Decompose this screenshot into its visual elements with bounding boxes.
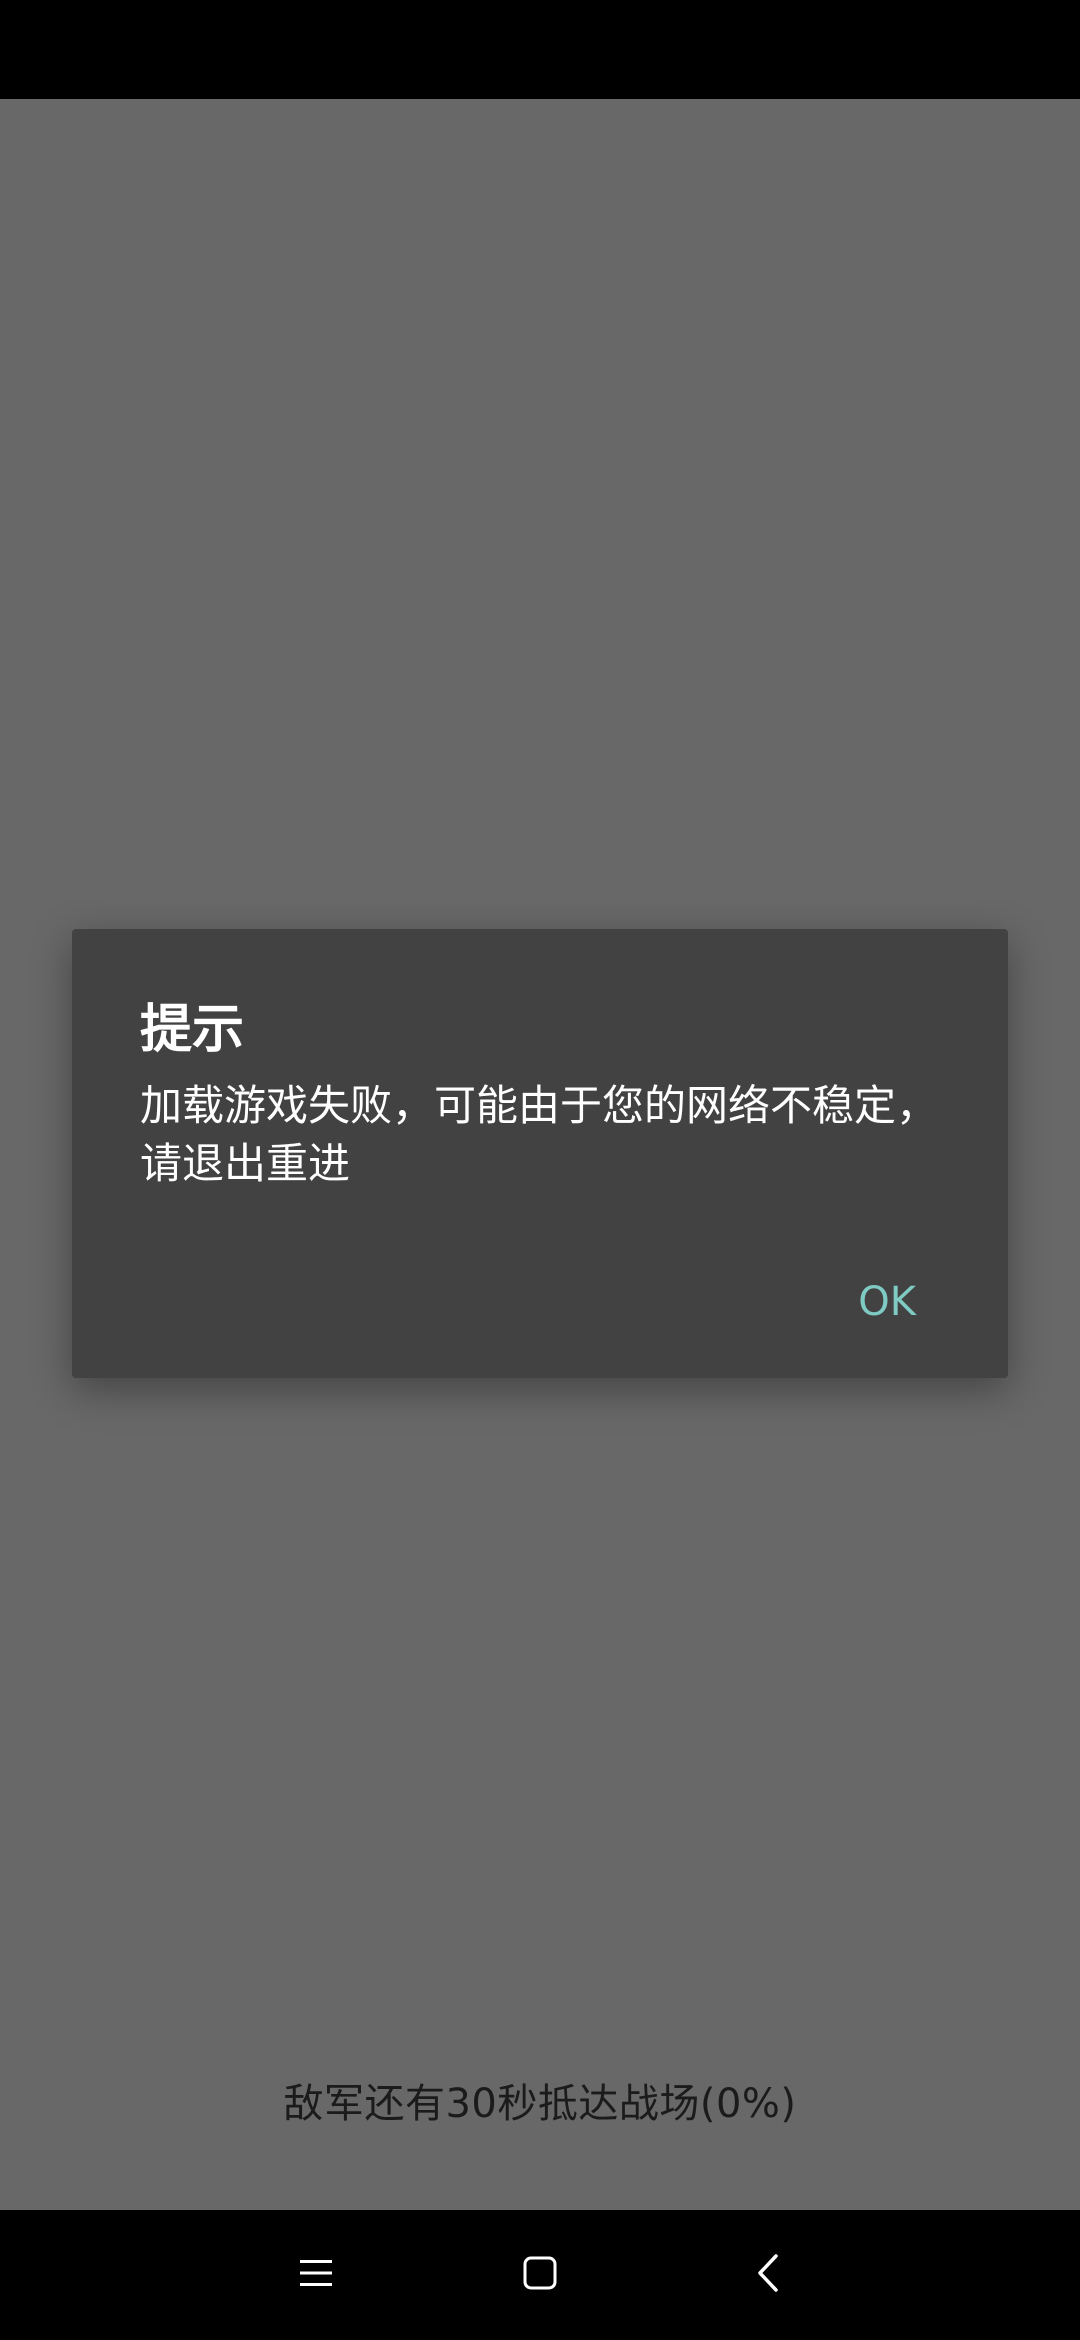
loading-status-text: 敌军还有30秒抵达战场(0%) [283,2081,797,2127]
alert-dialog: 提示 加载游戏失败，可能由于您的网络不稳定，请退出重进 OK [72,929,1008,1378]
navigation-bar [0,2210,1080,2340]
home-button[interactable] [500,2235,580,2315]
ok-button[interactable]: OK [846,1267,928,1337]
dialog-message: 加载游戏失败，可能由于您的网络不稳定，请退出重进 [140,1081,939,1188]
screen: 敌军还有30秒抵达战场(0%) 提示 加载游戏失败，可能由于您的网络不稳定，请退… [0,0,1080,2340]
back-button[interactable] [728,2235,808,2315]
status-bar [0,0,1080,99]
menu-button[interactable] [276,2235,356,2315]
dialog-title: 提示 [140,1000,245,1060]
back-icon [756,2253,780,2297]
menu-icon [299,2258,333,2292]
home-icon [523,2256,557,2294]
